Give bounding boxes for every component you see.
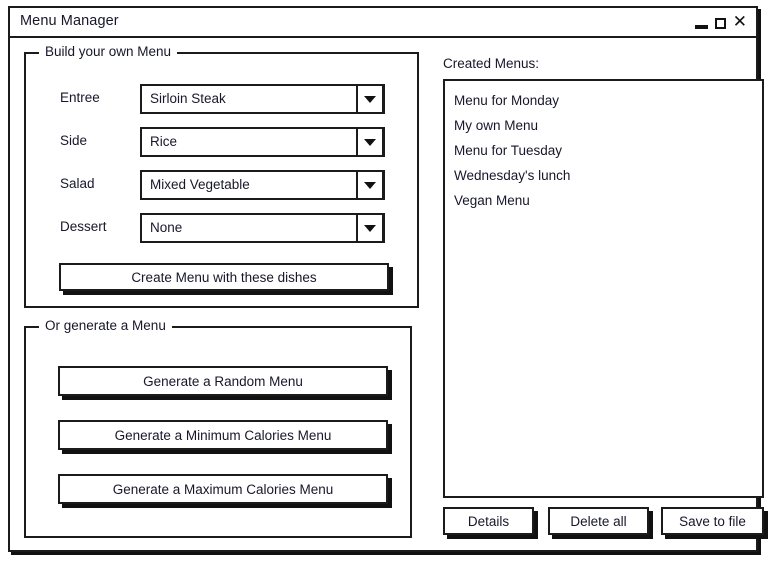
created-menus-listbox[interactable]: Menu for Monday My own Menu Menu for Tue… — [443, 79, 764, 498]
minimize-icon[interactable] — [694, 24, 708, 29]
form-row-dessert: Dessert None — [26, 213, 417, 245]
list-item[interactable]: Wednesday's lunch — [445, 163, 762, 188]
delete-all-button[interactable]: Delete all — [548, 507, 649, 535]
entree-value: Sirloin Steak — [150, 91, 226, 106]
list-item[interactable]: Menu for Monday — [445, 88, 762, 113]
application-window: Menu Manager ✕ Build your own Menu Entre… — [8, 6, 764, 552]
list-item[interactable]: Menu for Tuesday — [445, 138, 762, 163]
window-controls: ✕ — [694, 12, 747, 32]
salad-label: Salad — [60, 176, 95, 191]
list-actions-bar: Details Delete all Save to file — [443, 507, 768, 539]
created-menus-list: Menu for Monday My own Menu Menu for Tue… — [445, 81, 762, 213]
save-to-file-button[interactable]: Save to file — [661, 507, 764, 535]
side-chevron-down-icon[interactable] — [356, 127, 384, 157]
generate-minimum-calories-menu-button[interactable]: Generate a Minimum Calories Menu — [58, 420, 388, 450]
generate-maximum-calories-menu-button[interactable]: Generate a Maximum Calories Menu — [58, 474, 388, 504]
close-icon[interactable]: ✕ — [733, 14, 747, 31]
generate-menu-legend: Or generate a Menu — [39, 318, 172, 333]
dessert-dropdown[interactable]: None — [140, 213, 385, 243]
side-label: Side — [60, 133, 88, 148]
window-title: Menu Manager — [20, 13, 119, 29]
chevron-down-icon — [364, 139, 376, 146]
side-value: Rice — [150, 134, 178, 149]
salad-dropdown[interactable]: Mixed Vegetable — [140, 170, 385, 200]
dessert-value: None — [150, 220, 183, 235]
entree-label: Entree — [60, 90, 100, 105]
chevron-down-icon — [364, 225, 376, 232]
salad-chevron-down-icon[interactable] — [356, 170, 384, 200]
form-row-entree: Entree Sirloin Steak — [26, 84, 417, 116]
created-menus-label: Created Menus: — [443, 56, 540, 71]
salad-value: Mixed Vegetable — [150, 177, 250, 192]
chevron-down-icon — [364, 182, 376, 189]
form-row-side: Side Rice — [26, 127, 417, 159]
entree-dropdown[interactable]: Sirloin Steak — [140, 84, 385, 114]
entree-chevron-down-icon[interactable] — [356, 84, 384, 114]
build-menu-legend: Build your own Menu — [39, 44, 178, 59]
build-menu-group: Build your own Menu Entree Sirloin Steak… — [24, 44, 419, 308]
side-dropdown[interactable]: Rice — [140, 127, 385, 157]
title-bar: Menu Manager ✕ — [10, 8, 756, 38]
create-menu-button[interactable]: Create Menu with these dishes — [59, 263, 389, 291]
list-item[interactable]: My own Menu — [445, 113, 762, 138]
details-button[interactable]: Details — [443, 507, 534, 535]
form-row-salad: Salad Mixed Vegetable — [26, 170, 417, 202]
list-item[interactable]: Vegan Menu — [445, 188, 762, 213]
generate-menu-group: Or generate a Menu Generate a Random Men… — [24, 318, 412, 538]
chevron-down-icon — [364, 96, 376, 103]
dessert-chevron-down-icon[interactable] — [356, 213, 384, 243]
maximize-icon[interactable] — [714, 18, 726, 29]
dessert-label: Dessert — [60, 219, 107, 234]
generate-random-menu-button[interactable]: Generate a Random Menu — [58, 366, 388, 396]
